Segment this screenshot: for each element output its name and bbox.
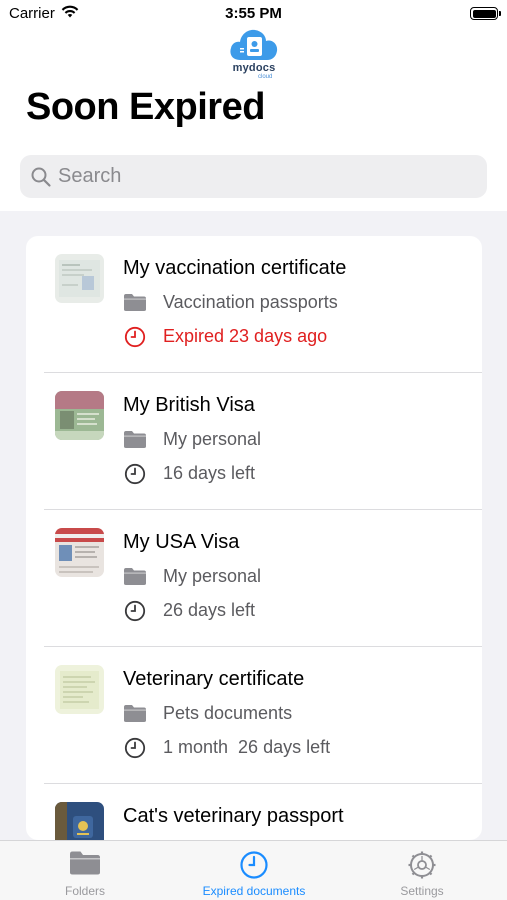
folder-name: Vaccination passports: [163, 292, 338, 312]
document-folder: My personal: [123, 566, 261, 587]
list-item[interactable]: Cat's veterinary passport: [26, 784, 482, 840]
folder-icon: [123, 430, 147, 450]
logo-subtext: cloud: [258, 74, 273, 80]
folder-icon: [123, 704, 147, 724]
clock-icon: [123, 737, 147, 758]
document-title: My British Visa: [123, 394, 255, 416]
documents-list: My vaccination certificate Vaccination p…: [26, 236, 482, 840]
gear-icon: [408, 851, 436, 879]
clock-icon: [123, 463, 147, 484]
search-icon: [31, 167, 51, 187]
clock-icon: [123, 600, 147, 621]
search-bar[interactable]: [20, 155, 487, 198]
expiry-text: 16 days left: [163, 463, 256, 483]
tab-expired-documents[interactable]: Expired documents: [189, 841, 319, 900]
expiry-text: 26 days left: [163, 600, 256, 620]
folder-icon: [123, 567, 147, 587]
document-expiry: 1 month 26 days left: [123, 737, 330, 758]
document-expiry: Expired 23 days ago: [123, 326, 327, 347]
page-title: Soon Expired: [26, 86, 265, 128]
cloud-logo-icon: [230, 29, 278, 60]
clock-icon: [240, 851, 268, 879]
tab-bar: Folders Expired documents Settings: [0, 840, 507, 900]
tab-label: Expired documents: [202, 884, 306, 898]
tab-label: Settings: [400, 884, 444, 898]
status-bar: Carrier 3:55 PM: [0, 0, 507, 28]
expiry-text: 1 month 26 days left: [163, 737, 331, 757]
clock: 3:55 PM: [225, 5, 282, 22]
clock-icon: [123, 326, 147, 347]
battery-icon: [470, 7, 501, 20]
document-thumbnail: [55, 254, 104, 303]
list-item[interactable]: My British Visa My personal 16 days left: [26, 373, 482, 510]
folder-name: My personal: [163, 429, 262, 449]
document-title: Cat's veterinary passport: [123, 805, 344, 827]
folder-icon: [123, 293, 147, 313]
expiry-text: Expired 23 days ago: [163, 326, 328, 346]
document-thumbnail: [55, 528, 104, 577]
document-thumbnail: [55, 665, 104, 714]
folder-name: Pets documents: [163, 703, 293, 723]
document-folder: My personal: [123, 429, 261, 450]
list-item[interactable]: My vaccination certificate Vaccination p…: [26, 236, 482, 373]
tab-settings[interactable]: Settings: [370, 841, 474, 900]
document-title: My USA Visa: [123, 531, 240, 553]
document-expiry: 26 days left: [123, 600, 255, 621]
document-thumbnail: [55, 802, 104, 840]
tab-folders[interactable]: Folders: [30, 841, 140, 900]
document-expiry: 16 days left: [123, 463, 255, 484]
document-folder: Vaccination passports: [123, 292, 338, 313]
document-title: My vaccination certificate: [123, 257, 347, 279]
list-item[interactable]: My USA Visa My personal 26 days left: [26, 510, 482, 647]
logo-wordmark: mydocs: [232, 62, 276, 74]
document-folder: Pets documents: [123, 703, 292, 724]
tab-label: Folders: [64, 884, 105, 898]
folder-name: My personal: [163, 566, 262, 586]
list-item[interactable]: Veterinary certificate Pets documents 1 …: [26, 647, 482, 784]
document-thumbnail: [55, 391, 104, 440]
search-input[interactable]: [58, 165, 458, 188]
document-title: Veterinary certificate: [123, 668, 305, 690]
folder-icon: [70, 851, 100, 875]
app-logo: mydocs cloud: [224, 26, 284, 82]
